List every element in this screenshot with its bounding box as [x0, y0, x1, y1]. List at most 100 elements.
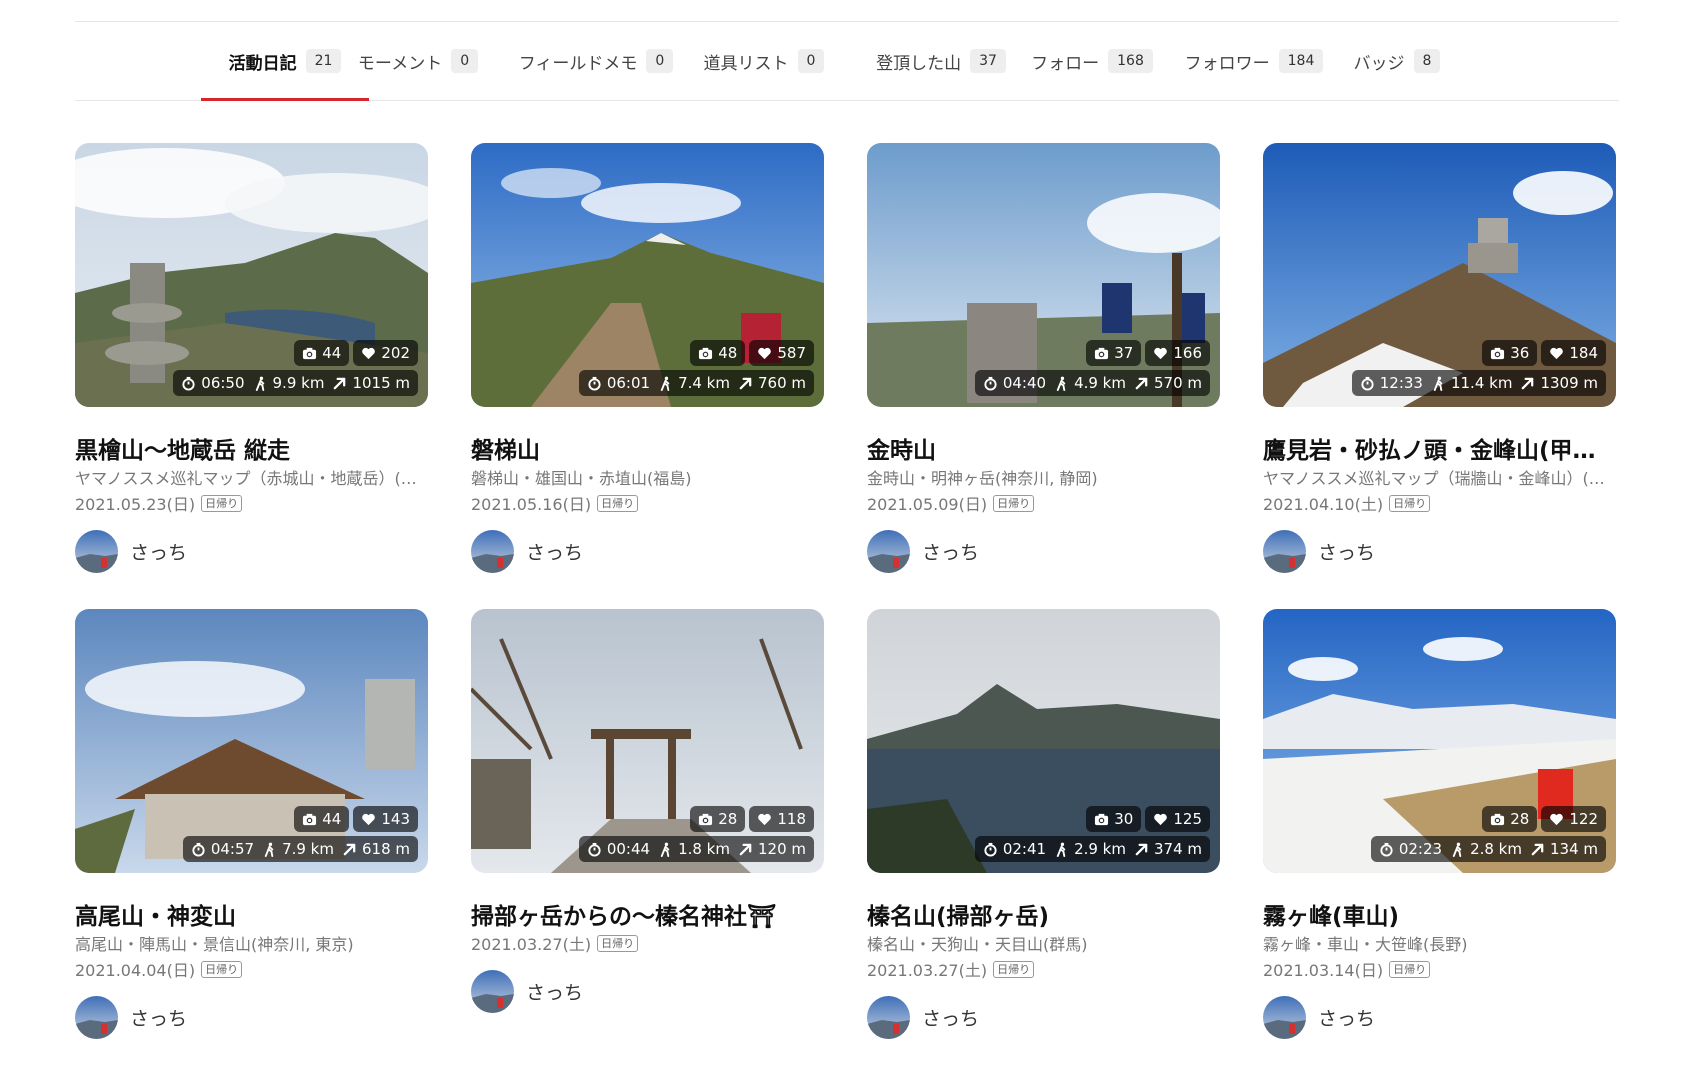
activity-card[interactable]: 30 125 02:41 2.9 km 374 m 榛名山(掃部ヶ岳) 榛名山・…: [867, 609, 1220, 1075]
duration: 06:01: [587, 374, 650, 392]
activity-area[interactable]: 磐梯山・雄国山・赤埴山(福島): [471, 465, 824, 489]
activity-title[interactable]: 榛名山(掃部ヶ岳): [867, 897, 1220, 929]
tab-summited-mountains[interactable]: 登頂した山 37: [863, 22, 1019, 100]
hiker-icon: [1056, 376, 1066, 391]
activity-photo[interactable]: 48 587 06:01 7.4 km 760 m: [471, 143, 824, 407]
tab-followers[interactable]: フォロワー 184: [1176, 22, 1332, 100]
distance: 7.4 km: [658, 374, 730, 392]
activity-card[interactable]: 44 143 04:57 7.9 km 618 m 高尾山・神変山 高尾山・陣馬…: [75, 609, 428, 1075]
user-name[interactable]: さっち: [922, 1004, 979, 1031]
tab-gear-list[interactable]: 道具リスト 0: [697, 22, 831, 100]
avatar[interactable]: [471, 969, 514, 1013]
avatar[interactable]: [75, 995, 118, 1039]
activity-title[interactable]: 磐梯山: [471, 431, 824, 463]
activity-photo[interactable]: 28 122 02:23 2.8 km 134 m: [1263, 609, 1616, 873]
camera-icon: [303, 347, 317, 359]
activity-card[interactable]: 28 122 02:23 2.8 km 134 m 霧ヶ峰(車山) 霧ヶ峰・車山…: [1263, 609, 1616, 1075]
elevation-value: 374 m: [1153, 840, 1202, 858]
activity-photo-image: [75, 609, 428, 873]
user-name[interactable]: さっち: [526, 978, 583, 1005]
avatar[interactable]: [75, 529, 118, 573]
activity-date-row: 2021.05.16(日) 日帰り: [471, 491, 824, 515]
avatar[interactable]: [1263, 995, 1306, 1039]
activity-area[interactable]: ヤマノススメ巡礼マップ（瑞牆山・金峰山）(山梨): [1263, 465, 1616, 489]
activity-area[interactable]: 霧ヶ峰・車山・大笹峰(長野): [1263, 931, 1616, 955]
activity-user[interactable]: さっち: [75, 529, 428, 573]
tab-following[interactable]: フォロー 168: [1031, 22, 1153, 100]
tab-field-memo[interactable]: フィールドメモ 0: [519, 22, 674, 100]
elevation: 134 m: [1530, 840, 1598, 858]
activity-photo[interactable]: 44 143 04:57 7.9 km 618 m: [75, 609, 428, 873]
stopwatch-icon: [1380, 842, 1393, 857]
track-stats-pill: 04:40 4.9 km 570 m: [974, 370, 1210, 396]
activity-card[interactable]: 44 202 06:50 9.9 km 1015 m 黒檜山〜地蔵岳 縦走 ヤマ…: [75, 143, 428, 609]
activity-photo[interactable]: 36 184 12:33 11.4 km 1309 m: [1263, 143, 1616, 407]
user-name[interactable]: さっち: [922, 538, 979, 565]
activity-photo[interactable]: 37 166 04:40 4.9 km 570 m: [867, 143, 1220, 407]
activity-photo-image: [75, 143, 428, 407]
activity-user[interactable]: さっち: [867, 529, 1220, 573]
tab-count-badge: 8: [1413, 49, 1441, 73]
duration: 04:40: [983, 374, 1046, 392]
like-count-value: 125: [1173, 810, 1202, 828]
activity-photo[interactable]: 28 118 00:44 1.8 km 120 m: [471, 609, 824, 873]
user-name[interactable]: さっち: [1318, 1004, 1375, 1031]
activity-photo[interactable]: 44 202 06:50 9.9 km 1015 m: [75, 143, 428, 407]
photo-stats: 28 118: [690, 806, 814, 832]
avatar[interactable]: [471, 529, 514, 573]
track-stats: 04:57 7.9 km 618 m: [182, 836, 418, 862]
track-stats: 06:50 9.9 km 1015 m: [173, 370, 418, 396]
tab-moment[interactable]: モーメント 0: [356, 22, 480, 100]
track-stats-pill: 06:01 7.4 km 760 m: [578, 370, 814, 396]
activity-card[interactable]: 48 587 06:01 7.4 km 760 m 磐梯山 磐梯山・雄国山・赤埴…: [471, 143, 824, 609]
duration: 12:33: [1360, 374, 1423, 392]
activity-area[interactable]: ヤマノススメ巡礼マップ（赤城山・地蔵岳）(群馬): [75, 465, 428, 489]
activity-title[interactable]: 黒檜山〜地蔵岳 縦走: [75, 431, 428, 463]
activity-title[interactable]: 鷹見岩・砂払ノ頭・金峰山(甲州市): [1263, 431, 1616, 463]
activity-area[interactable]: 榛名山・天狗山・天目山(群馬): [867, 931, 1220, 955]
photo-count: 48: [698, 344, 737, 362]
track-stats: 00:44 1.8 km 120 m: [578, 836, 814, 862]
avatar[interactable]: [867, 995, 910, 1039]
avatar[interactable]: [1263, 529, 1306, 573]
user-name[interactable]: さっち: [1318, 538, 1375, 565]
activity-user[interactable]: さっち: [471, 529, 824, 573]
elevation: 760 m: [738, 374, 806, 392]
like-count-pill: 122: [1541, 806, 1606, 832]
user-name[interactable]: さっち: [130, 538, 187, 565]
activity-area[interactable]: 金時山・明神ヶ岳(神奈川, 静岡): [867, 465, 1220, 489]
activity-card[interactable]: 28 118 00:44 1.8 km 120 m 掃部ヶ岳からの〜榛名神社⛩ …: [471, 609, 824, 1075]
user-name[interactable]: さっち: [130, 1004, 187, 1031]
activity-area[interactable]: 高尾山・陣馬山・景信山(神奈川, 東京): [75, 931, 428, 955]
tab-count-badge: 0: [797, 49, 825, 73]
like-count-pill: 125: [1145, 806, 1210, 832]
activity-card[interactable]: 36 184 12:33 11.4 km 1309 m 鷹見岩・砂払ノ頭・金峰山…: [1263, 143, 1616, 609]
distance: 7.9 km: [262, 840, 334, 858]
activity-title[interactable]: 金時山: [867, 431, 1220, 463]
user-name[interactable]: さっち: [526, 538, 583, 565]
photo-count-value: 36: [1510, 344, 1530, 362]
activity-photo[interactable]: 30 125 02:41 2.9 km 374 m: [867, 609, 1220, 873]
distance: 1.8 km: [658, 840, 730, 858]
activity-title[interactable]: 掃部ヶ岳からの〜榛名神社⛩: [471, 897, 824, 929]
camera-icon: [699, 347, 713, 359]
elevation: 570 m: [1134, 374, 1202, 392]
duration-value: 02:23: [1398, 840, 1443, 858]
activity-title[interactable]: 霧ヶ峰(車山): [1263, 897, 1616, 929]
activity-user[interactable]: さっち: [75, 995, 428, 1039]
tab-badges[interactable]: バッジ 8: [1345, 22, 1449, 100]
avatar[interactable]: [867, 529, 910, 573]
tab-activity-diary[interactable]: 活動日記 21: [201, 22, 369, 101]
activity-user[interactable]: さっち: [867, 995, 1220, 1039]
activity-card[interactable]: 37 166 04:40 4.9 km 570 m 金時山 金時山・明神ヶ岳(神…: [867, 143, 1220, 609]
track-stats: 02:41 2.9 km 374 m: [974, 836, 1210, 862]
activity-user[interactable]: さっち: [1263, 529, 1616, 573]
photo-stats: 44 202: [294, 340, 418, 366]
camera-icon: [303, 813, 317, 825]
activity-photo-image: [471, 143, 824, 407]
activity-user[interactable]: さっち: [1263, 995, 1616, 1039]
duration-value: 04:40: [1002, 374, 1047, 392]
activity-user[interactable]: さっち: [471, 969, 824, 1013]
heart-icon: [1154, 813, 1168, 825]
activity-title[interactable]: 高尾山・神変山: [75, 897, 428, 929]
